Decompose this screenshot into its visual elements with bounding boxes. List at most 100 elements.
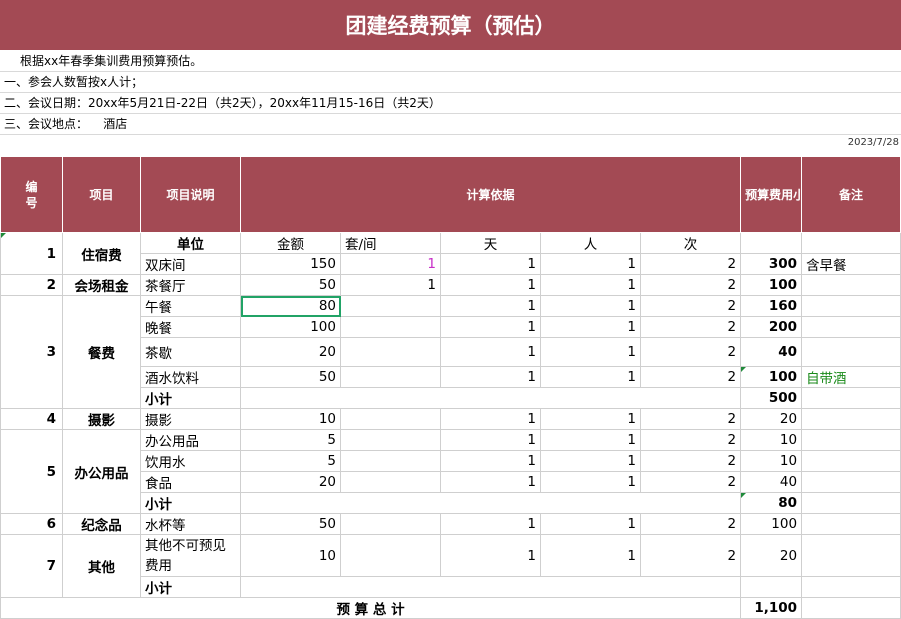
row-item[interactable]: 会场租金 <box>62 274 141 296</box>
cell-person[interactable]: 1 <box>540 513 641 535</box>
cell-times[interactable]: 2 <box>639 253 742 275</box>
subheader-times[interactable]: 次 <box>639 232 742 254</box>
cell-person[interactable]: 1 <box>540 316 641 338</box>
cell-amount[interactable]: 5 <box>240 450 341 472</box>
subtotal-label[interactable]: 小计 <box>140 387 241 409</box>
row-no[interactable]: 7 <box>0 534 63 598</box>
cell-day[interactable]: 1 <box>440 429 541 451</box>
cell-times[interactable]: 2 <box>639 274 742 296</box>
cell-desc[interactable]: 茶歇 <box>140 337 241 367</box>
cell-times[interactable]: 2 <box>639 534 742 577</box>
cell-remark[interactable] <box>801 471 901 493</box>
subheader-unit[interactable]: 单位 <box>140 232 241 254</box>
row-item[interactable]: 餐费 <box>62 295 141 409</box>
cell-subtotal[interactable]: 40 <box>740 471 803 493</box>
cell-set[interactable] <box>340 366 441 388</box>
cell-set[interactable] <box>340 534 441 577</box>
cell-person[interactable]: 1 <box>540 534 641 577</box>
subheader-day[interactable]: 天 <box>440 232 541 254</box>
cell-desc[interactable]: 水杯等 <box>140 513 241 535</box>
cell-amount[interactable]: 50 <box>240 274 341 296</box>
cell-desc[interactable]: 双床间 <box>140 253 241 275</box>
cell-remark[interactable] <box>801 534 901 577</box>
cell-person[interactable]: 1 <box>540 471 641 493</box>
cell-blank[interactable] <box>239 576 742 598</box>
cell-remark[interactable] <box>801 450 901 472</box>
row-item[interactable]: 摄影 <box>62 408 141 430</box>
cell-desc[interactable]: 其他不可预见费用 <box>140 534 241 577</box>
cell-desc[interactable]: 茶餐厅 <box>140 274 241 296</box>
cell-day[interactable]: 1 <box>440 534 541 577</box>
cell-remark[interactable] <box>801 429 901 451</box>
cell-amount[interactable]: 50 <box>240 366 341 388</box>
cell-set[interactable]: 1 <box>340 253 441 275</box>
cell-times[interactable]: 2 <box>639 408 742 430</box>
cell-set[interactable] <box>340 429 441 451</box>
cell-subtotal[interactable]: 300 <box>740 253 803 275</box>
cell-subtotal[interactable]: 100 <box>740 366 803 388</box>
row-no[interactable]: 4 <box>0 408 63 430</box>
subtotal-label[interactable]: 小计 <box>140 492 241 514</box>
subheader-amount[interactable]: 金额 <box>240 232 341 254</box>
cell-day[interactable]: 1 <box>440 450 541 472</box>
subtotal-label[interactable]: 小计 <box>140 576 241 598</box>
cell-desc[interactable]: 酒水饮料 <box>140 366 241 388</box>
cell-person[interactable]: 1 <box>540 337 641 367</box>
cell-day[interactable]: 1 <box>440 513 541 535</box>
cell-remark[interactable]: 含早餐 <box>801 253 901 275</box>
cell-person[interactable]: 1 <box>540 450 641 472</box>
cell-set[interactable] <box>340 450 441 472</box>
cell-remark[interactable]: 自带酒 <box>801 366 901 388</box>
total-label[interactable]: 预 算 总 计 <box>0 597 742 619</box>
subheader-set[interactable]: 套/间 <box>340 232 441 254</box>
cell-set[interactable] <box>340 471 441 493</box>
cell-remark[interactable] <box>801 274 901 296</box>
cell-times[interactable]: 2 <box>639 337 742 367</box>
cell-blank[interactable] <box>239 387 742 409</box>
cell-amount[interactable]: 50 <box>240 513 341 535</box>
row-no[interactable]: 3 <box>0 295 63 409</box>
cell-blank[interactable] <box>801 597 901 619</box>
cell-subtotal[interactable]: 10 <box>740 450 803 472</box>
row-item[interactable]: 其他 <box>62 534 141 598</box>
cell-set[interactable] <box>340 295 441 317</box>
cell-desc[interactable]: 饮用水 <box>140 450 241 472</box>
cell-blank[interactable] <box>801 576 901 598</box>
cell-amount[interactable]: 10 <box>240 408 341 430</box>
cell-amount[interactable]: 10 <box>240 534 341 577</box>
cell-person[interactable]: 1 <box>540 429 641 451</box>
cell-desc[interactable]: 午餐 <box>140 295 241 317</box>
cell-subtotal[interactable]: 160 <box>740 295 803 317</box>
cell-day[interactable]: 1 <box>440 253 541 275</box>
row-no[interactable]: 6 <box>0 513 63 535</box>
row-item[interactable]: 住宿费 <box>62 232 141 275</box>
cell-times[interactable]: 2 <box>639 366 742 388</box>
cell-subtotal[interactable]: 100 <box>740 513 803 535</box>
subtotal-value[interactable] <box>740 576 803 598</box>
cell-amount[interactable]: 100 <box>240 316 341 338</box>
subtotal-value[interactable]: 500 <box>740 387 803 409</box>
cell-desc[interactable]: 晚餐 <box>140 316 241 338</box>
cell-person[interactable]: 1 <box>540 366 641 388</box>
cell-amount-selected[interactable]: 80 <box>240 295 341 317</box>
cell-remark[interactable] <box>801 316 901 338</box>
row-no[interactable]: 1 <box>0 232 63 275</box>
row-no[interactable]: 5 <box>0 429 63 514</box>
cell-blank[interactable] <box>740 232 803 254</box>
cell-times[interactable]: 2 <box>639 295 742 317</box>
cell-day[interactable]: 1 <box>440 471 541 493</box>
subtotal-value[interactable]: 80 <box>740 492 803 514</box>
cell-set[interactable] <box>340 408 441 430</box>
cell-subtotal[interactable]: 10 <box>740 429 803 451</box>
cell-remark[interactable] <box>801 513 901 535</box>
cell-desc[interactable]: 食品 <box>140 471 241 493</box>
cell-day[interactable]: 1 <box>440 274 541 296</box>
subheader-person[interactable]: 人 <box>540 232 641 254</box>
cell-amount[interactable]: 20 <box>240 337 341 367</box>
cell-times[interactable]: 2 <box>639 450 742 472</box>
cell-blank[interactable] <box>239 492 742 514</box>
cell-blank[interactable] <box>801 492 901 514</box>
cell-remark[interactable] <box>801 337 901 367</box>
cell-desc[interactable]: 办公用品 <box>140 429 241 451</box>
cell-amount[interactable]: 150 <box>240 253 341 275</box>
